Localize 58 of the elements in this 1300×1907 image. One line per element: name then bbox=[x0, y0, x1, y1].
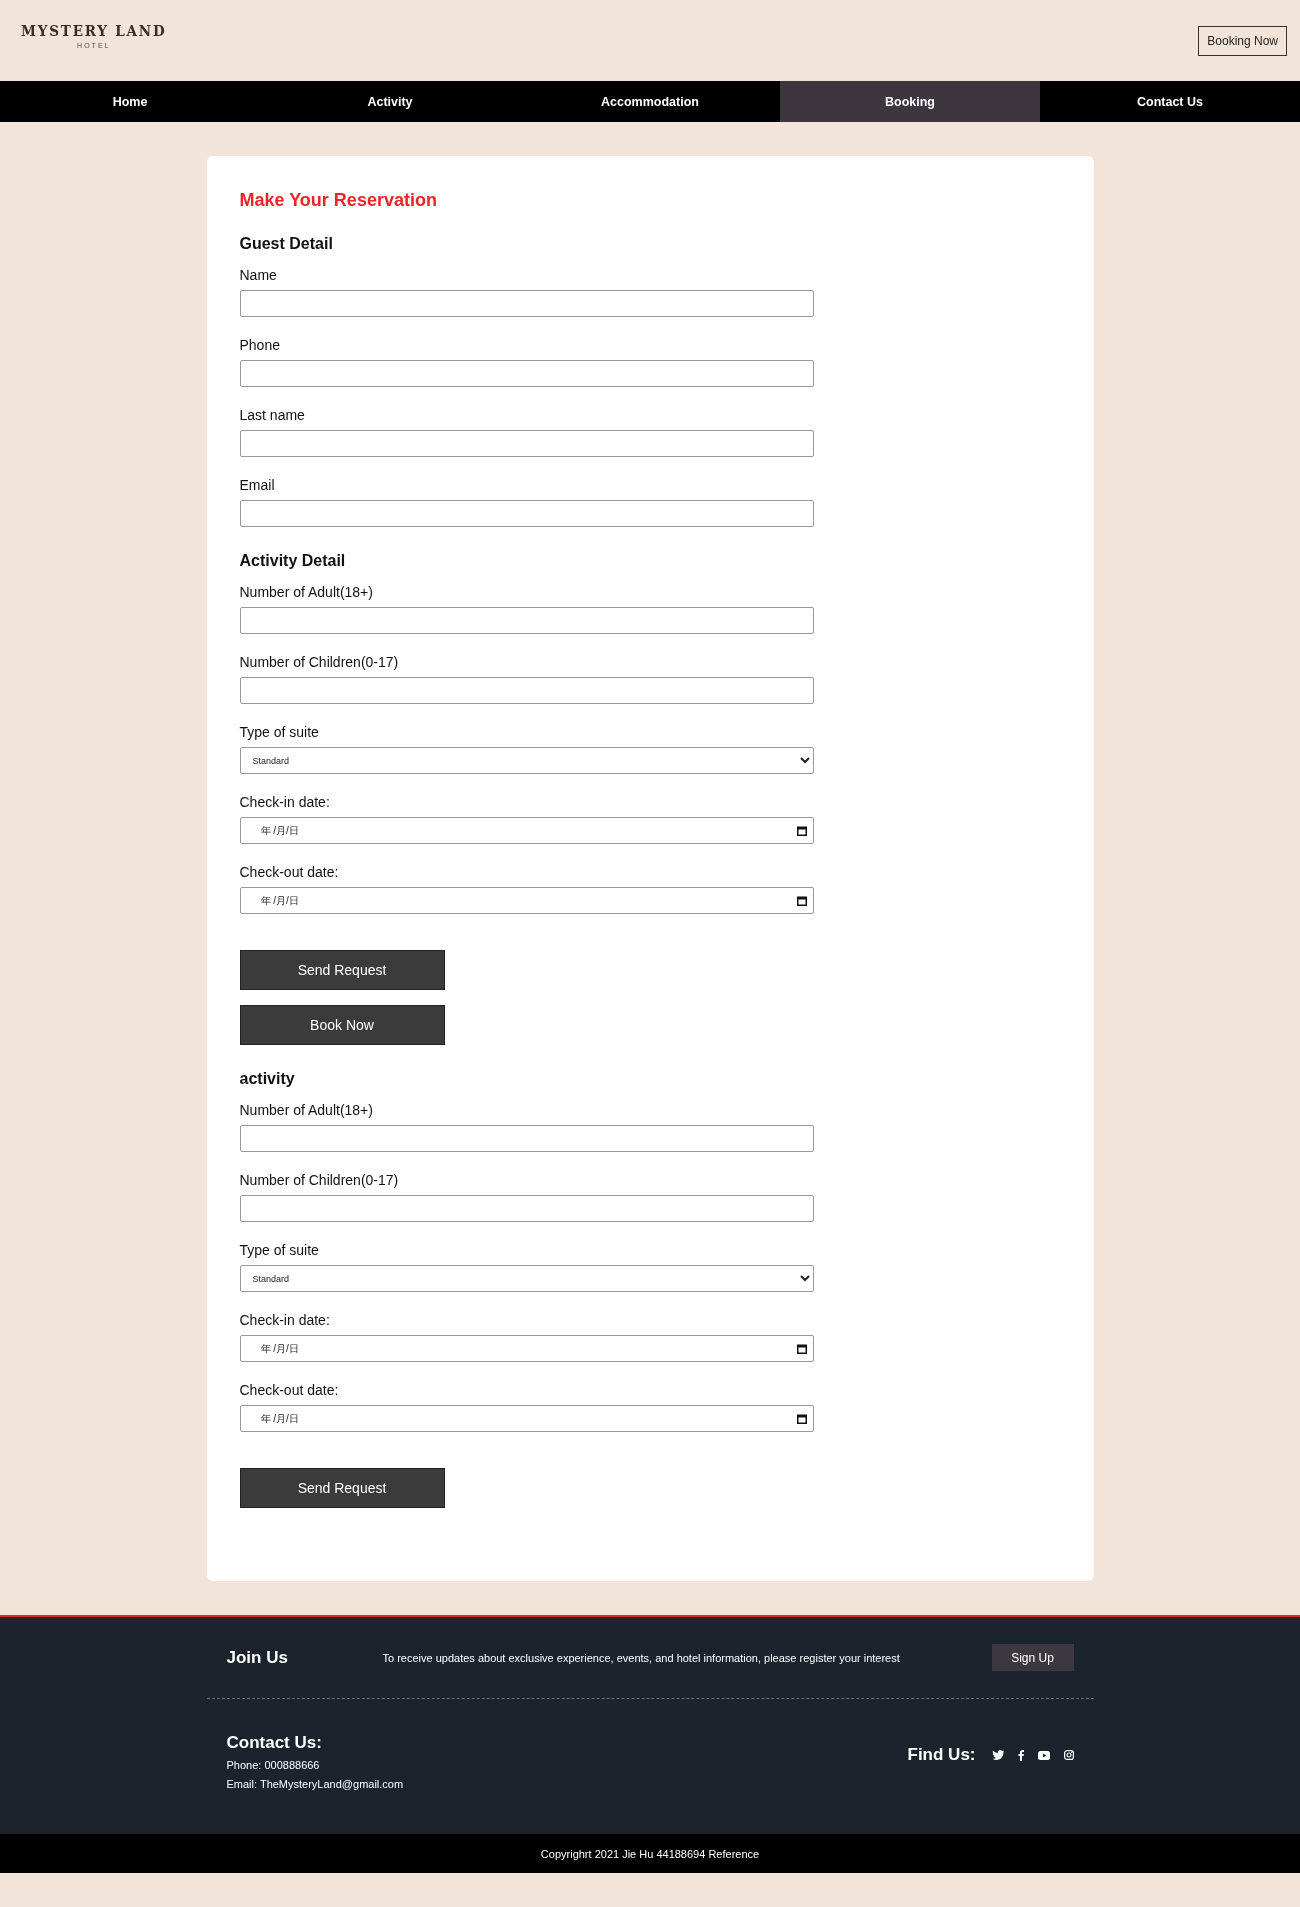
field-label: Number of Adult(18+) bbox=[239, 1101, 373, 1120]
section-heading: activity bbox=[239, 1069, 296, 1089]
contact-title: Contact Us: bbox=[226, 1732, 322, 1754]
nav-tab[interactable]: Activity bbox=[260, 81, 520, 122]
field-label: Number of Adult(18+) bbox=[239, 583, 373, 602]
date-field[interactable]: 年 /月/日 bbox=[239, 887, 814, 914]
field-label: Check-in date: bbox=[239, 1311, 330, 1330]
field-label: Number of Children(0-17) bbox=[239, 1171, 399, 1190]
suite-select[interactable]: Standard bbox=[239, 747, 814, 774]
logo-name: MYSTERY LAND bbox=[21, 22, 167, 40]
find-us-title: Find Us: bbox=[907, 1744, 976, 1766]
join-text: To receive updates about exclusive experience, events, and hotel information, please register your interest bbox=[382, 1651, 901, 1664]
section-heading: Activity Detail bbox=[239, 551, 347, 571]
text-field[interactable] bbox=[239, 500, 814, 527]
section-heading: Guest Detail bbox=[239, 234, 334, 254]
sign-up-button[interactable]: Sign Up bbox=[991, 1644, 1074, 1671]
f-shape-icon[interactable] bbox=[1017, 1749, 1024, 1761]
field-label: Email bbox=[239, 476, 275, 495]
field-label: Check-in date: bbox=[239, 793, 330, 812]
field-label: Check-out date: bbox=[239, 1381, 339, 1400]
field-label: Type of suite bbox=[239, 1241, 319, 1260]
contact-phone: Phone: 000888666 bbox=[226, 1758, 320, 1773]
submit-button[interactable]: Book Now bbox=[239, 1005, 445, 1045]
nav-tab[interactable]: Accommodation bbox=[520, 81, 780, 122]
field-label: Number of Children(0-17) bbox=[239, 653, 399, 672]
field-label: Phone bbox=[239, 336, 280, 355]
form-title: Make Your Reservation bbox=[239, 190, 438, 210]
text-field[interactable] bbox=[239, 1125, 814, 1152]
date-field[interactable]: 年 /月/日 bbox=[239, 817, 814, 844]
date-field[interactable]: 年 /月/日 bbox=[239, 1405, 814, 1432]
text-field[interactable] bbox=[239, 360, 814, 387]
field-label: Last name bbox=[239, 406, 305, 425]
text-field[interactable] bbox=[239, 1195, 814, 1222]
field-label: Check-out date: bbox=[239, 863, 339, 882]
text-field[interactable] bbox=[239, 607, 814, 634]
text-field[interactable] bbox=[239, 290, 814, 317]
nav-tab[interactable]: Booking bbox=[780, 81, 1040, 122]
suite-select[interactable]: Standard bbox=[239, 1265, 814, 1292]
booking-now-button[interactable]: Booking Now bbox=[1198, 25, 1287, 56]
calendar-icon[interactable] bbox=[796, 825, 807, 836]
text-field[interactable] bbox=[239, 430, 814, 457]
field-label: Name bbox=[239, 266, 277, 285]
submit-button[interactable]: Send Request bbox=[239, 1468, 445, 1508]
contact-email: Email: TheMysteryLand@gmail.com bbox=[226, 1777, 404, 1792]
nav-tab[interactable]: Contact Us bbox=[1040, 81, 1300, 122]
text-field[interactable] bbox=[239, 677, 814, 704]
calendar-icon[interactable] bbox=[796, 1343, 807, 1354]
play-icon[interactable] bbox=[1037, 1750, 1050, 1760]
nav-tab[interactable]: Home bbox=[0, 81, 260, 122]
bird-icon[interactable] bbox=[991, 1750, 1004, 1760]
copyright-text: Copyrighrt 2021 Jie Hu 44188694 Reference bbox=[540, 1847, 760, 1860]
calendar-icon[interactable] bbox=[796, 895, 807, 906]
camera-icon[interactable] bbox=[1063, 1750, 1074, 1760]
calendar-icon[interactable] bbox=[796, 1413, 807, 1424]
date-field[interactable]: 年 /月/日 bbox=[239, 1335, 814, 1362]
submit-button[interactable]: Send Request bbox=[239, 950, 445, 990]
join-title: Join Us bbox=[226, 1647, 289, 1668]
field-label: Type of suite bbox=[239, 723, 319, 742]
